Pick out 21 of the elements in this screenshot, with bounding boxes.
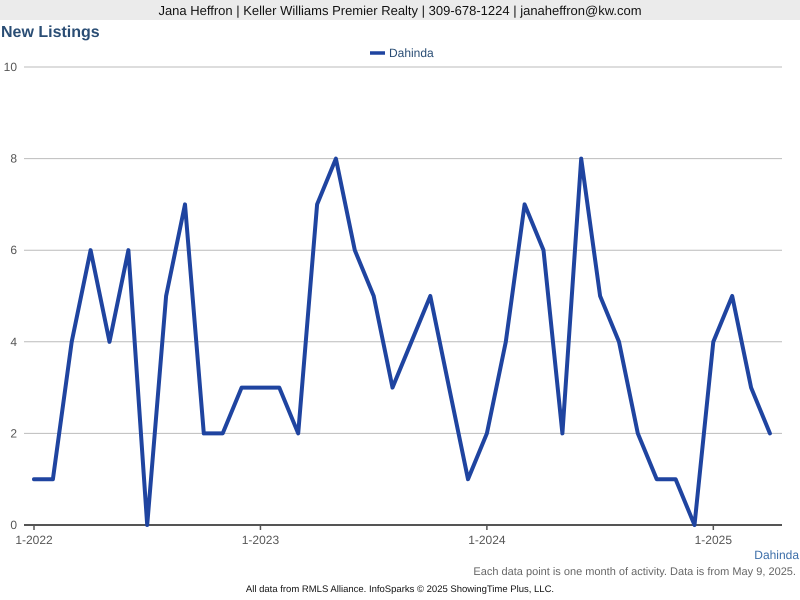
agent-contact-info: Jana Heffron | Keller Williams Premier Realty | 309-678-1224 | janaheffron@kw.com xyxy=(158,2,642,18)
y-tick-label: 10 xyxy=(4,60,17,74)
x-tick-label: 1-2023 xyxy=(242,533,280,547)
y-tick-label: 4 xyxy=(10,334,17,349)
copyright-footer: All data from RMLS Alliance. InfoSparks © 2025 ShowingTime Plus, LLC. xyxy=(246,584,554,594)
data-note: Each data point is one month of activity. Data is from May 9, 2025. xyxy=(473,566,796,578)
x-tick-label: 1-2025 xyxy=(694,533,732,547)
x-tick xyxy=(33,525,35,530)
legend-item: Dahinda xyxy=(370,46,434,60)
y-tick-label: 8 xyxy=(10,152,17,166)
x-tick-label: 1-2024 xyxy=(468,533,506,547)
y-tick-label: 6 xyxy=(10,243,17,258)
x-tick xyxy=(712,525,714,530)
x-tick-label: 1-2022 xyxy=(15,533,53,547)
y-tick-label: 2 xyxy=(10,426,17,440)
y-tick-label: 0 xyxy=(10,518,17,532)
x-tick xyxy=(486,525,488,530)
legend-label: Dahinda xyxy=(389,46,434,60)
x-tick xyxy=(260,525,262,530)
chart-title: New Listings xyxy=(1,24,100,42)
area-label: Dahinda xyxy=(754,548,799,563)
